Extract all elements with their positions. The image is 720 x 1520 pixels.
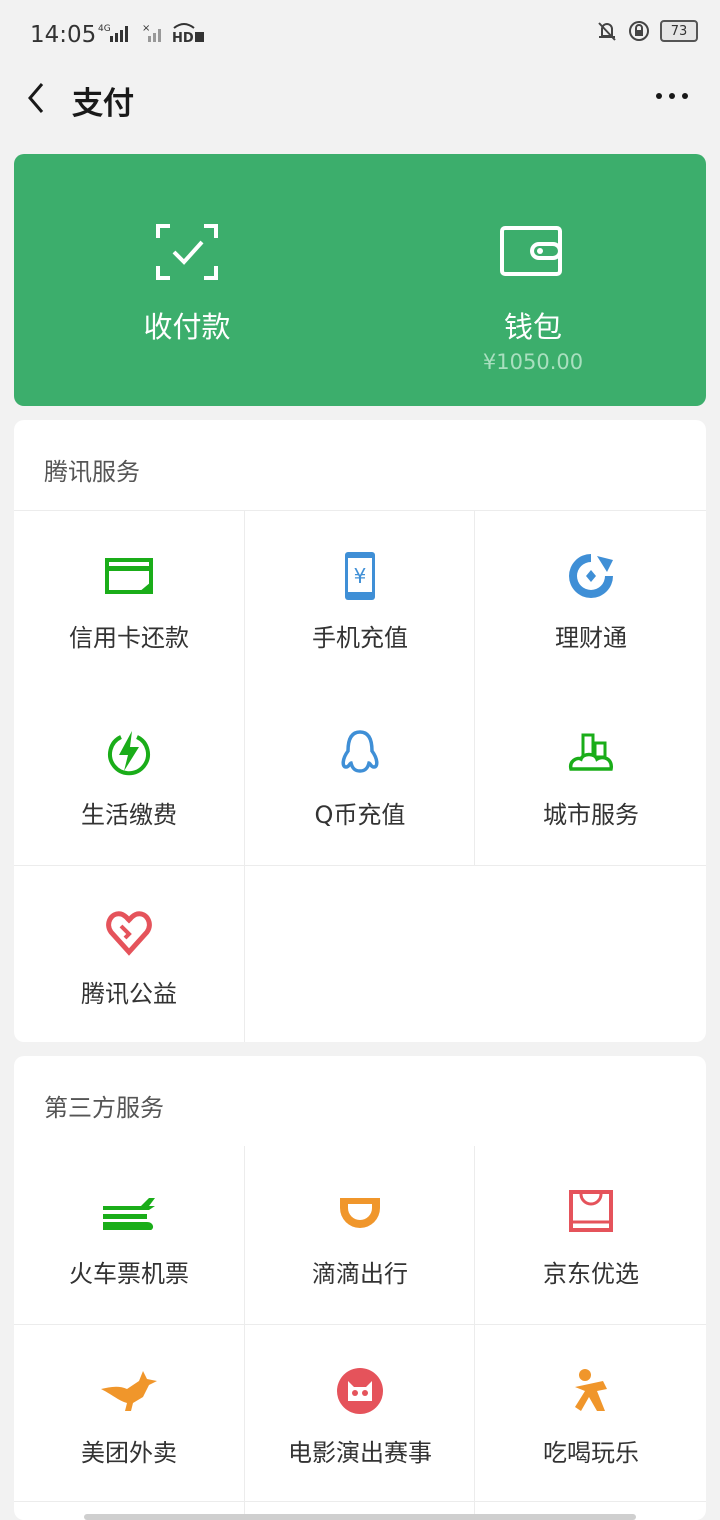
heart-icon: [106, 911, 152, 956]
service-label: 电影演出赛事: [288, 1439, 432, 1467]
scroll-indicator: [84, 1514, 636, 1520]
service-qcoin[interactable]: Q币充值: [245, 687, 475, 865]
service-label: 火车票机票: [69, 1260, 189, 1288]
scan-check-icon: [156, 224, 218, 280]
service-train-flight[interactable]: 火车票机票: [14, 1146, 244, 1324]
service-charity[interactable]: 腾讯公益: [14, 866, 244, 1042]
status-time: 14:05: [30, 22, 97, 48]
service-label: 京东优选: [543, 1260, 639, 1288]
service-entertainment[interactable]: 吃喝玩乐: [476, 1325, 706, 1503]
service-label: 信用卡还款: [69, 624, 189, 652]
service-phone-recharge[interactable]: ¥ 手机充值: [245, 510, 475, 688]
credit-card-icon: [105, 558, 153, 594]
svg-text:×: ×: [142, 23, 150, 34]
lightning-icon: [108, 731, 150, 776]
service-meituan[interactable]: 美团外卖: [14, 1325, 244, 1503]
battery-indicator: 73: [660, 20, 698, 42]
service-label: 滴滴出行: [312, 1260, 408, 1288]
pay-card: 收付款 钱包 ¥1050.00: [14, 154, 706, 406]
collect-pay-label: 收付款: [143, 310, 231, 344]
wallet-button[interactable]: 钱包 ¥1050.00: [360, 154, 706, 406]
kangaroo-icon: [101, 1371, 157, 1411]
svg-text:¥: ¥: [354, 564, 367, 588]
service-didi[interactable]: 滴滴出行: [245, 1146, 475, 1324]
licaitong-icon: [569, 554, 613, 598]
service-label: 生活缴费: [81, 801, 177, 829]
service-life-payment[interactable]: 生活缴费: [14, 687, 244, 865]
hd-icon: HD: [172, 23, 204, 44]
service-label: 理财通: [555, 624, 627, 652]
city-icon: [568, 733, 613, 771]
service-credit-card[interactable]: 信用卡还款: [14, 510, 244, 688]
service-licaitong[interactable]: 理财通: [476, 510, 706, 688]
tencent-services-section: 腾讯服务 信用卡还款 ¥ 手机充值 理财通 生活缴费 Q币充值 城市服务 腾讯公…: [14, 420, 706, 1042]
service-jd[interactable]: 京东优选: [476, 1146, 706, 1324]
service-label: 城市服务: [543, 801, 639, 829]
back-button[interactable]: [26, 78, 62, 118]
chevron-left-icon: [28, 83, 44, 113]
service-movie[interactable]: 电影演出赛事: [245, 1325, 475, 1503]
third-party-grid: 火车票机票 滴滴出行 京东优选 美团外卖 电影演出赛事 吃喝玩乐: [14, 1146, 706, 1520]
service-label: Q币充值: [314, 801, 406, 829]
battery-level: 73: [670, 23, 688, 39]
shopping-bag-icon: [569, 1190, 613, 1232]
more-button[interactable]: [654, 88, 690, 104]
wallet-balance: ¥1050.00: [482, 350, 584, 374]
signal-icon: 4G: [98, 24, 128, 42]
section-title: 腾讯服务: [44, 458, 140, 486]
hd-label: HD: [172, 31, 194, 44]
service-city[interactable]: 城市服务: [476, 687, 706, 865]
status-right-icons: 73: [596, 20, 698, 42]
service-label: 腾讯公益: [81, 980, 177, 1008]
qq-penguin-icon: [341, 730, 379, 773]
wallet-label: 钱包: [503, 310, 562, 344]
status-bar: 14:05 4G × HD 73: [0, 0, 720, 72]
didi-icon: [340, 1198, 380, 1228]
third-party-section: 第三方服务 火车票机票 滴滴出行 京东优选 美团外卖 电影演出赛事 吃喝玩乐: [14, 1056, 706, 1520]
network-type: 4G: [98, 24, 111, 34]
phone-yuan-icon: ¥: [345, 552, 375, 600]
signal-2-icon: ×: [142, 23, 161, 42]
page-title: 支付: [72, 86, 134, 122]
collect-pay-button[interactable]: 收付款: [14, 154, 360, 406]
status-left-icons: 4G × HD: [96, 22, 206, 44]
mute-bell-icon: [598, 22, 616, 41]
service-label: 美团外卖: [81, 1439, 177, 1467]
nav-bar: 支付: [0, 72, 720, 122]
train-plane-icon: [103, 1198, 155, 1230]
more-dots-icon: [656, 93, 688, 99]
service-label: 手机充值: [312, 624, 408, 652]
cat-icon: [337, 1368, 383, 1414]
rotation-lock-icon: [629, 21, 649, 41]
service-label: 吃喝玩乐: [543, 1439, 639, 1467]
section-title: 第三方服务: [44, 1094, 164, 1122]
person-icon: [575, 1369, 607, 1411]
wallet-icon: [500, 226, 562, 276]
tencent-services-grid: 信用卡还款 ¥ 手机充值 理财通 生活缴费 Q币充值 城市服务 腾讯公益: [14, 510, 706, 1042]
